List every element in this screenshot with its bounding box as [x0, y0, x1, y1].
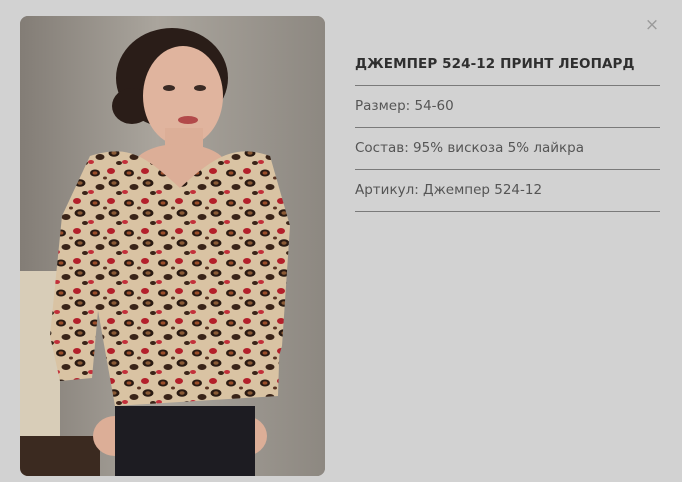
model-illustration — [20, 16, 325, 476]
product-composition: Состав: 95% вискоза 5% лайкра — [355, 128, 660, 170]
product-details: ДЖЕМПЕР 524-12 ПРИНТ ЛЕОПАРД Размер: 54-… — [355, 44, 660, 212]
close-icon[interactable]: × — [643, 14, 661, 36]
product-title: ДЖЕМПЕР 524-12 ПРИНТ ЛЕОПАРД — [355, 44, 660, 86]
product-photo — [20, 16, 325, 476]
product-quick-view-modal: × ДЖЕМПЕР 524-12 ПРИНТ ЛЕОПАРД Размер: 5… — [0, 0, 682, 482]
product-size: Размер: 54-60 — [355, 86, 660, 128]
product-article: Артикул: Джемпер 524-12 — [355, 170, 660, 212]
